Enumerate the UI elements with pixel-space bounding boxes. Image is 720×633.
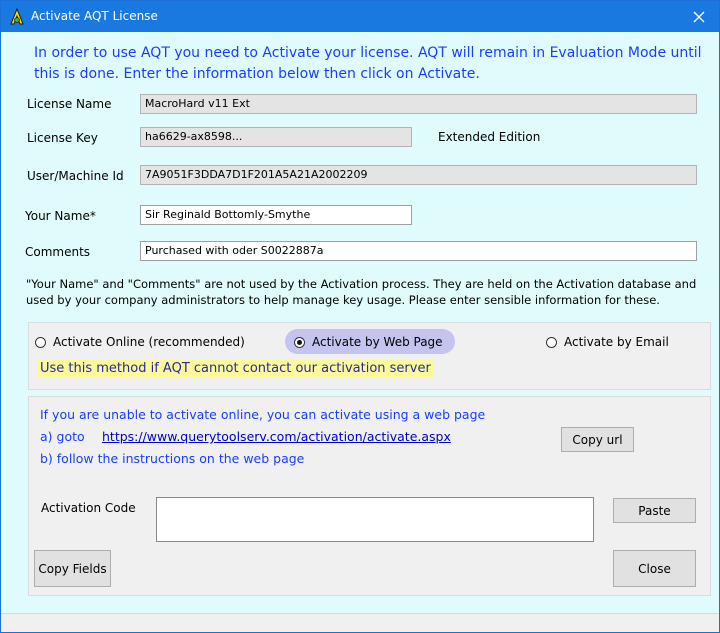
status-bar (1, 613, 719, 632)
activation-url-link[interactable]: https://www.querytoolserv.com/activation… (102, 429, 451, 444)
step-a-label: a) goto (40, 429, 85, 444)
window-title: Activate AQT License (31, 9, 158, 23)
close-icon[interactable] (679, 1, 719, 32)
activate-license-window: Activate AQT License In order to use AQT… (0, 0, 720, 633)
usage-note: "Your Name" and "Comments" are not used … (26, 277, 697, 307)
radio-circle-online (35, 336, 46, 348)
radio-circle-web (294, 336, 305, 348)
your-name-label: Your Name* (25, 209, 96, 223)
radio-circle-email (546, 336, 557, 348)
activation-code-input[interactable] (156, 497, 594, 542)
license-key-field[interactable]: ha6629-ax8598... (140, 127, 412, 147)
radio-activate-online[interactable]: Activate Online (recommended) (35, 335, 245, 349)
license-name-field[interactable]: MacroHard v11 Ext (140, 94, 697, 114)
web-page-panel (28, 396, 711, 596)
aqt-icon (10, 8, 24, 25)
radio-activate-email[interactable]: Activate by Email (546, 335, 669, 349)
machine-id-label: User/Machine Id (27, 169, 124, 183)
comments-field[interactable]: Purchased with oder S0022887a (140, 241, 697, 261)
copy-url-button[interactable]: Copy url (561, 427, 634, 452)
web-instructions-line: If you are unable to activate online, yo… (40, 407, 486, 422)
license-key-label: License Key (27, 131, 98, 145)
your-name-field[interactable]: Sir Reginald Bottomly-Smythe (140, 205, 412, 225)
copy-fields-button[interactable]: Copy Fields (34, 550, 111, 587)
machine-id-field[interactable]: 7A9051F3DDA7D1F201A5A21A2002209 (140, 165, 697, 185)
activation-code-label: Activation Code (41, 501, 136, 515)
paste-button[interactable]: Paste (613, 498, 696, 523)
radio-label-email: Activate by Email (564, 335, 669, 349)
title-bar[interactable]: Activate AQT License (1, 1, 719, 32)
radio-label-online: Activate Online (recommended) (53, 335, 245, 349)
radio-activate-web[interactable]: Activate by Web Page (294, 335, 443, 349)
license-name-label: License Name (27, 97, 112, 111)
comments-label: Comments (25, 245, 91, 259)
edition-label: Extended Edition (438, 130, 541, 144)
step-b-label: b) follow the instructions on the web pa… (40, 451, 305, 466)
radio-label-web: Activate by Web Page (312, 335, 443, 349)
intro-text: In order to use AQT you need to Activate… (34, 45, 702, 82)
close-button[interactable]: Close (613, 550, 696, 587)
method-hint: Use this method if AQT cannot contact ou… (37, 360, 434, 378)
